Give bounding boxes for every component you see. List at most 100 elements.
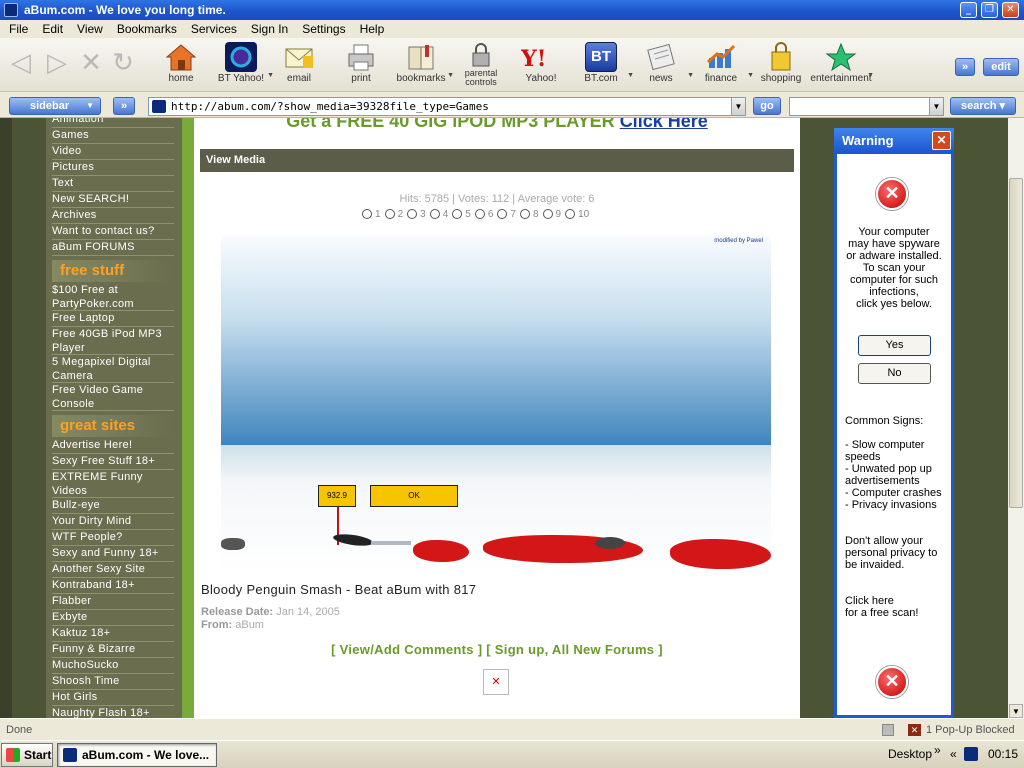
search-dropdown-button[interactable]: ▼ bbox=[929, 98, 943, 115]
sidebar-item-free-console[interactable]: Free Video Game Console bbox=[52, 383, 174, 411]
toolbar-shopping[interactable]: shopping bbox=[750, 42, 812, 84]
vote-option-5[interactable]: 5 bbox=[452, 207, 471, 221]
sidebar-site[interactable]: Another Sexy Site bbox=[52, 562, 174, 578]
menu-file[interactable]: File bbox=[2, 22, 35, 36]
vote-option-3[interactable]: 3 bbox=[407, 207, 426, 221]
search-input[interactable] bbox=[789, 97, 944, 116]
vote-option-6[interactable]: 6 bbox=[474, 207, 493, 221]
toolbar-news[interactable]: news ▼ bbox=[630, 42, 694, 84]
desktop-toolbar[interactable]: Desktop bbox=[888, 747, 932, 761]
sidebar-item-text[interactable]: Text bbox=[52, 176, 174, 192]
vote-option-10[interactable]: 10 bbox=[565, 207, 589, 221]
sidebar-item-games[interactable]: Games bbox=[52, 128, 174, 144]
vote-option-2[interactable]: 2 bbox=[384, 207, 403, 221]
warning-ad[interactable]: Warning ✕ ✕ Your computer may have spywa… bbox=[834, 128, 954, 718]
minimize-button[interactable]: _ bbox=[960, 2, 977, 18]
go-button[interactable]: go bbox=[753, 97, 781, 115]
radio-icon[interactable] bbox=[429, 209, 440, 219]
sidebar-item-free-laptop[interactable]: Free Laptop bbox=[52, 311, 174, 327]
sidebar-button[interactable]: sidebar ▼ bbox=[9, 97, 101, 115]
scroll-down-icon[interactable]: ▼ bbox=[1009, 704, 1023, 718]
window-title-bar[interactable]: aBum.com - We love you long time. _ ❐ ✕ bbox=[0, 0, 1024, 20]
toolbar-email[interactable]: email bbox=[268, 42, 330, 84]
sidebar-item-forums[interactable]: aBum FORUMS bbox=[52, 240, 174, 256]
vote-option-9[interactable]: 9 bbox=[542, 207, 561, 221]
sidebar-item-free-camera[interactable]: 5 Megapixel Digital Camera bbox=[52, 355, 174, 383]
yes-button[interactable]: Yes bbox=[858, 335, 931, 356]
popup-blocked-icon[interactable]: ✕ bbox=[908, 724, 921, 736]
sidebar-item-new-search[interactable]: New SEARCH! bbox=[52, 192, 174, 208]
vertical-scrollbar[interactable]: ▼ bbox=[1008, 118, 1024, 718]
search-button[interactable]: search ▾ bbox=[950, 97, 1016, 115]
close-button[interactable]: ✕ bbox=[1002, 2, 1019, 18]
close-icon[interactable]: ✕ bbox=[932, 131, 951, 150]
radio-icon[interactable] bbox=[497, 209, 508, 219]
promo-link[interactable]: Click Here bbox=[620, 118, 708, 131]
scrollbar-thumb[interactable] bbox=[1009, 178, 1023, 508]
radio-icon[interactable] bbox=[519, 209, 530, 219]
sidebar-site[interactable]: Bullz-eye bbox=[52, 498, 174, 514]
radio-icon[interactable] bbox=[542, 209, 553, 219]
address-expand-button[interactable]: » bbox=[113, 97, 135, 115]
restore-button[interactable]: ❐ bbox=[981, 2, 998, 18]
sidebar-site[interactable]: Shoosh Time bbox=[52, 674, 174, 690]
sidebar-site[interactable]: Hot Girls bbox=[52, 690, 174, 706]
sidebar-item-pictures[interactable]: Pictures bbox=[52, 160, 174, 176]
sidebar-site[interactable]: Flabber bbox=[52, 594, 174, 610]
toolbar-edit-button[interactable]: edit bbox=[983, 58, 1019, 76]
stop-icon[interactable]: ✕ bbox=[76, 48, 106, 78]
toolbar-print[interactable]: print bbox=[330, 42, 392, 84]
sidebar-item-free-ipod[interactable]: Free 40GB iPod MP3 Player bbox=[52, 327, 174, 355]
vote-option-1[interactable]: 1 bbox=[362, 207, 381, 221]
sidebar-item-archives[interactable]: Archives bbox=[52, 208, 174, 224]
sidebar-item-contact[interactable]: Want to contact us? bbox=[52, 224, 174, 240]
sidebar-site[interactable]: Funny & Bizarre bbox=[52, 642, 174, 658]
menu-settings[interactable]: Settings bbox=[295, 22, 352, 36]
taskbar-window-item[interactable]: aBum.com - We love... bbox=[57, 743, 217, 767]
menu-sign-in[interactable]: Sign In bbox=[244, 22, 295, 36]
toolbar-bt-yahoo[interactable]: BT Yahoo! ▼ bbox=[210, 42, 274, 84]
url-dropdown-button[interactable]: ▼ bbox=[731, 98, 745, 115]
toolbar-expand-button[interactable]: » bbox=[955, 58, 975, 76]
toolbar-bt[interactable]: BT BT.com ▼ bbox=[570, 42, 634, 84]
toolbar-yahoo[interactable]: Y! Yahoo! bbox=[510, 42, 572, 84]
toolbar-parental-controls[interactable]: parental controls bbox=[450, 42, 512, 87]
toolbar-bookmarks[interactable]: bookmarks ▼ bbox=[390, 42, 454, 84]
forward-icon[interactable]: ▷ bbox=[42, 48, 72, 78]
radio-icon[interactable] bbox=[407, 209, 418, 219]
desktop-chevron-icon[interactable]: » bbox=[934, 743, 941, 757]
free-scan-link[interactable]: Click here for a free scan! bbox=[845, 595, 918, 619]
sidebar-site[interactable]: Kaktuz 18+ bbox=[52, 626, 174, 642]
vote-option-8[interactable]: 8 bbox=[519, 207, 539, 221]
dropdown-arrow-icon[interactable]: ▼ bbox=[867, 72, 874, 79]
forums-link[interactable]: [ Sign up, All New Forums ] bbox=[486, 642, 663, 657]
sidebar-site[interactable]: MuchoSucko bbox=[52, 658, 174, 674]
sidebar-site[interactable]: EXTREME Funny Videos bbox=[52, 470, 174, 498]
toolbar-home[interactable]: home bbox=[150, 42, 212, 84]
radio-icon[interactable] bbox=[474, 209, 485, 219]
menu-view[interactable]: View bbox=[70, 22, 110, 36]
start-button[interactable]: Start bbox=[1, 743, 53, 767]
tray-expand-icon[interactable]: « bbox=[950, 747, 957, 761]
sidebar-site[interactable]: Exbyte bbox=[52, 610, 174, 626]
radio-icon[interactable] bbox=[362, 209, 372, 219]
sidebar-site[interactable]: Kontraband 18+ bbox=[52, 578, 174, 594]
vote-option-4[interactable]: 4 bbox=[429, 207, 448, 221]
sidebar-site[interactable]: Your Dirty Mind bbox=[52, 514, 174, 530]
comments-link[interactable]: [ View/Add Comments ] bbox=[331, 642, 482, 657]
back-icon[interactable]: ◁ bbox=[6, 48, 36, 78]
sidebar-site[interactable]: WTF People? bbox=[52, 530, 174, 546]
menu-services[interactable]: Services bbox=[184, 22, 244, 36]
sidebar-site[interactable]: Sexy and Funny 18+ bbox=[52, 546, 174, 562]
menu-help[interactable]: Help bbox=[353, 22, 392, 36]
game-ok-button[interactable]: OK bbox=[370, 485, 458, 507]
menu-bookmarks[interactable]: Bookmarks bbox=[110, 22, 184, 36]
radio-icon[interactable] bbox=[565, 209, 576, 219]
url-input[interactable]: http://abum.com/?show_media=39328file_ty… bbox=[148, 97, 746, 116]
sidebar-site[interactable]: Advertise Here! bbox=[52, 438, 174, 454]
toolbar-entertainment[interactable]: entertainment ▼ bbox=[810, 42, 874, 84]
radio-icon[interactable] bbox=[452, 209, 463, 219]
popup-blocked-text[interactable]: 1 Pop-Up Blocked bbox=[926, 719, 1015, 741]
menu-edit[interactable]: Edit bbox=[35, 22, 70, 36]
tray-app-icon[interactable] bbox=[964, 747, 978, 761]
